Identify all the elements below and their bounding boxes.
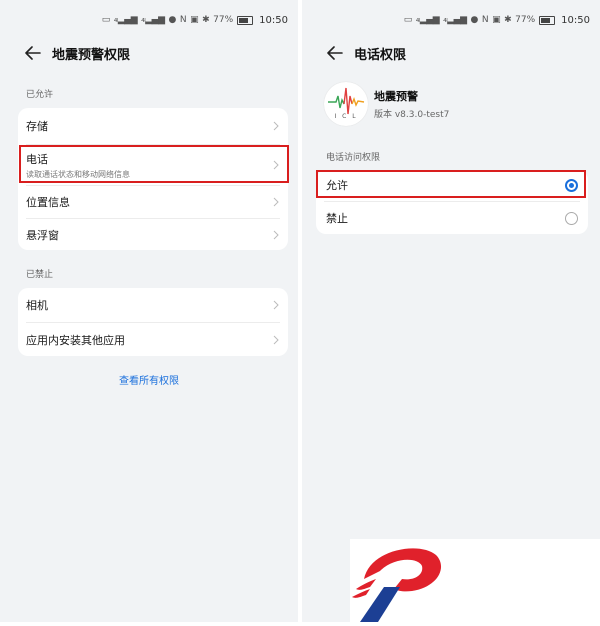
- page-title: 电话权限: [354, 47, 407, 63]
- battery-icon: [237, 15, 254, 25]
- chevron-right-icon: [273, 197, 279, 207]
- permission-label: 相机: [26, 299, 48, 312]
- signal-icon: ₄ₗ▂▄▆: [443, 15, 467, 25]
- header: 电话权限: [302, 40, 600, 66]
- permission-item-install-apps[interactable]: 应用内安装其他应用: [18, 323, 288, 356]
- permission-item-overlay[interactable]: 悬浮窗: [18, 219, 288, 250]
- back-button[interactable]: [320, 40, 350, 66]
- app-icon-letters: I C L: [334, 113, 358, 120]
- permission-item-location[interactable]: 位置信息: [18, 186, 288, 218]
- allowed-section-label: 已允许: [26, 90, 54, 100]
- permission-item-camera[interactable]: 相机: [18, 288, 288, 322]
- back-arrow-icon: [327, 46, 343, 60]
- clock: 10:50: [259, 14, 288, 26]
- phone-access-section-label: 电话访问权限: [326, 153, 381, 163]
- permission-description: 读取通话状态和移动网络信息: [26, 169, 130, 179]
- chevron-right-icon: [273, 300, 279, 310]
- sim-icon: ▭: [403, 15, 413, 25]
- chevron-right-icon: [273, 121, 279, 131]
- denied-section-label: 已禁止: [26, 270, 54, 280]
- battery-icon: [539, 15, 556, 25]
- radio-selected-icon[interactable]: [565, 178, 578, 192]
- status-bar: ▭ ₄ₗ▂▄▆ ₄ₗ▂▄▆ ● N ▣ ✱ 77% 10:50: [102, 10, 288, 30]
- back-arrow-icon: [25, 46, 41, 60]
- bluetooth-icon: ✱: [202, 15, 210, 25]
- bluetooth-icon: ✱: [504, 15, 512, 25]
- signal-icon: ₄ₗ▂▄▆: [415, 15, 440, 25]
- sim-icon: ▭: [101, 15, 111, 25]
- vibrate-icon: ▣: [190, 15, 199, 25]
- app-version: 版本 v8.3.0-test7: [374, 110, 450, 120]
- status-bar: ▭ ₄ₗ▂▄▆ ₄ₗ▂▄▆ ● N ▣ ✱ 77% 10:50: [404, 10, 590, 30]
- permission-label: 存储: [26, 120, 48, 133]
- option-label: 禁止: [326, 212, 348, 225]
- permission-label: 位置信息: [26, 196, 70, 209]
- permission-item-storage[interactable]: 存储: [18, 108, 288, 144]
- phone-permission-screen: ▭ ₄ₗ▂▄▆ ₄ₗ▂▄▆ ● N ▣ ✱ 77% 10:50 电话权限 I C…: [302, 0, 600, 622]
- chevron-right-icon: [273, 160, 279, 170]
- signal-icon: ₄ₗ▂▄▆: [113, 15, 138, 25]
- app-icon: I C L: [324, 82, 368, 126]
- sync-icon: ●: [168, 15, 177, 25]
- app-name: 地震预警: [374, 90, 418, 103]
- chevron-right-icon: [273, 335, 279, 344]
- chevron-right-icon: [273, 230, 279, 239]
- app-info: I C L 地震预警 版本 v8.3.0-test7: [324, 82, 449, 126]
- brand-logo: [352, 548, 442, 622]
- radio-unselected-icon[interactable]: [565, 211, 578, 225]
- permission-label: 应用内安装其他应用: [26, 333, 125, 347]
- permissions-screen: ▭ ₄ₗ▂▄▆ ₄ₗ▂▄▆ ● N ▣ ✱ 77% 10:50 地震预警权限 已…: [0, 0, 298, 622]
- permission-item-phone[interactable]: 电话 读取通话状态和移动网络信息: [18, 145, 288, 185]
- watermark-area: [350, 539, 600, 622]
- view-all-permissions-link[interactable]: 查看所有权限: [0, 372, 298, 387]
- sync-icon: ●: [470, 15, 479, 25]
- header: 地震预警权限: [0, 40, 298, 66]
- battery-percent: 77%: [213, 15, 234, 25]
- denied-permissions-card: 相机 应用内安装其他应用: [18, 288, 288, 356]
- permission-label: 电话: [26, 152, 48, 166]
- nfc-icon: N: [481, 15, 489, 25]
- access-options-card: 允许 禁止: [316, 170, 588, 234]
- allowed-permissions-card: 存储 电话 读取通话状态和移动网络信息 位置信息 悬浮窗: [18, 108, 288, 250]
- nfc-icon: N: [179, 15, 187, 25]
- battery-percent: 77%: [515, 15, 536, 25]
- vibrate-icon: ▣: [492, 15, 501, 25]
- permission-label: 悬浮窗: [26, 228, 59, 242]
- back-button[interactable]: [18, 40, 48, 66]
- option-deny[interactable]: 禁止: [316, 202, 588, 234]
- option-label: 允许: [326, 179, 348, 192]
- option-allow[interactable]: 允许: [316, 170, 588, 200]
- signal-icon: ₄ₗ▂▄▆: [141, 15, 165, 25]
- clock: 10:50: [561, 14, 590, 26]
- page-title: 地震预警权限: [52, 47, 131, 63]
